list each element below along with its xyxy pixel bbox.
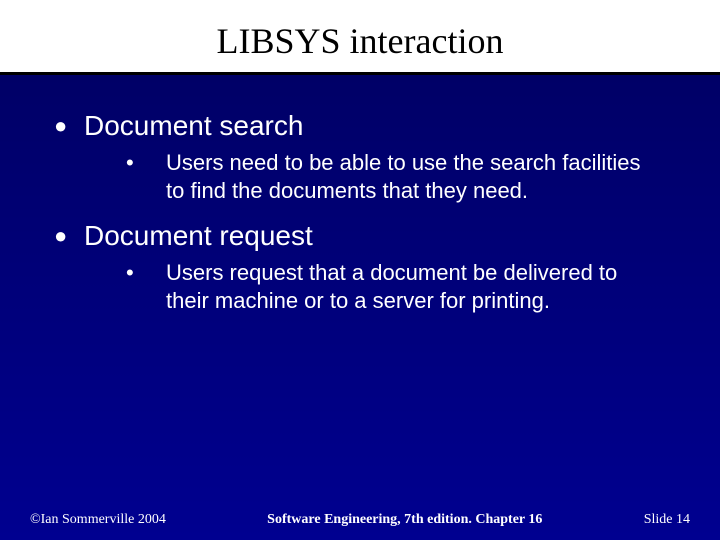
list-subitem: • Users request that a document be deliv… (40, 259, 680, 315)
bullet-icon: • (126, 149, 166, 177)
list-subitem: • Users need to be able to use the searc… (40, 149, 680, 205)
slide-title: LIBSYS interaction (0, 0, 720, 75)
footer-slide-prefix: Slide (644, 512, 676, 527)
title-bar: LIBSYS interaction (0, 0, 720, 75)
list-item: ● Document request (40, 219, 680, 253)
item-heading: Document search (84, 109, 680, 143)
footer-slide-num: 14 (676, 512, 690, 527)
footer-book: Software Engineering, 7th edition. Chapt… (166, 512, 644, 528)
list-item: ● Document search (40, 109, 680, 143)
slide-body: ● Document search • Users need to be abl… (0, 75, 720, 315)
slide: LIBSYS interaction ● Document search • U… (0, 0, 720, 540)
bullet-icon: ● (40, 219, 84, 253)
footer-slide-number: Slide 14 (644, 512, 690, 528)
slide-footer: ©Ian Sommerville 2004 Software Engineeri… (0, 512, 720, 528)
bullet-icon: • (126, 259, 166, 287)
item-subtext: Users need to be able to use the search … (166, 149, 680, 205)
item-heading: Document request (84, 219, 680, 253)
footer-author: ©Ian Sommerville 2004 (30, 512, 166, 528)
bullet-icon: ● (40, 109, 84, 143)
item-subtext: Users request that a document be deliver… (166, 259, 680, 315)
